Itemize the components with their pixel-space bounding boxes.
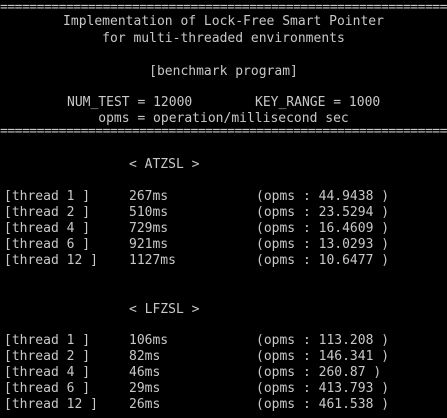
thread-label: [thread 12 ] <box>4 253 98 268</box>
opms-value: (opms : 260.87 ) <box>256 365 382 380</box>
thread-label: [thread 2 ] <box>4 349 91 364</box>
section-title-lfzsl: < LFZSL > <box>129 302 200 317</box>
thread-label: [thread 1 ] <box>4 189 91 204</box>
time-value: 26ms <box>129 397 161 412</box>
thread-label: [thread 4 ] <box>4 221 91 236</box>
header-rule-bottom: ========================================… <box>0 124 447 139</box>
time-value: 267ms <box>129 189 169 204</box>
thread-label: [thread 6 ] <box>4 381 91 396</box>
num-test-label: NUM_TEST = 12000 <box>67 95 193 110</box>
time-value: 1127ms <box>129 253 176 268</box>
thread-label: [thread 6 ] <box>4 237 91 252</box>
time-value: 82ms <box>129 349 161 364</box>
time-value: 510ms <box>129 205 169 220</box>
opms-value: (opms : 113.208 ) <box>256 333 390 348</box>
time-value: 921ms <box>129 237 169 252</box>
thread-label: [thread 2 ] <box>4 205 91 220</box>
opms-value: (opms : 461.538 ) <box>256 397 390 412</box>
opms-value: (opms : 13.0293 ) <box>256 237 390 252</box>
key-range-label: KEY_RANGE = 1000 <box>255 95 381 110</box>
opms-value: (opms : 146.341 ) <box>256 349 390 364</box>
time-value: 46ms <box>129 365 161 380</box>
console-window: ========================================… <box>0 0 447 418</box>
time-value: 729ms <box>129 221 169 236</box>
opms-value: (opms : 23.5294 ) <box>256 205 390 220</box>
opms-value: (opms : 44.9438 ) <box>256 189 390 204</box>
thread-label: [thread 12 ] <box>4 397 98 412</box>
opms-value: (opms : 413.793 ) <box>256 381 390 396</box>
benchmark-subtitle: [benchmark program] <box>149 64 298 79</box>
title-line-1: Implementation of Lock-Free Smart Pointe… <box>63 14 384 29</box>
time-value: 106ms <box>129 333 169 348</box>
thread-label: [thread 4 ] <box>4 365 91 380</box>
title-line-2: for multi-threaded environments <box>102 31 345 46</box>
time-value: 29ms <box>129 381 161 396</box>
section-title-atzsl: < ATZSL > <box>129 157 200 172</box>
opms-value: (opms : 16.4609 ) <box>256 221 390 236</box>
opms-value: (opms : 10.6477 ) <box>256 253 390 268</box>
thread-label: [thread 1 ] <box>4 333 91 348</box>
